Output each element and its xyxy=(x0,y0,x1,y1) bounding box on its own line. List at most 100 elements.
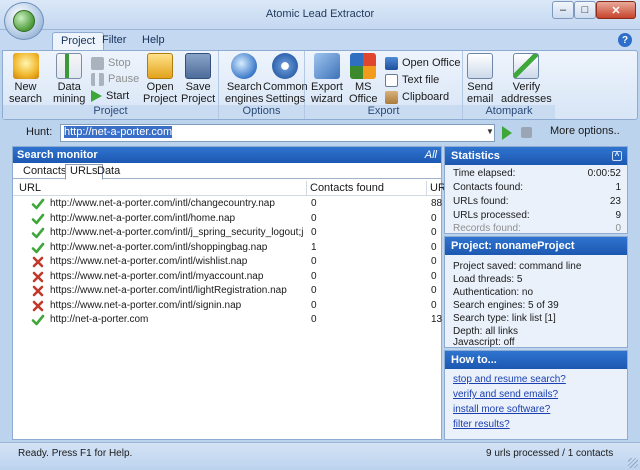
stat-urls-processed: URLs processed: 9 xyxy=(453,210,621,221)
verify-check-icon xyxy=(513,53,540,79)
row-url: https://www.net-a-porter.com/intl/lightR… xyxy=(50,285,287,296)
status-bar: Ready. Press F1 for Help. 9 urls process… xyxy=(0,442,640,470)
project-header: Project: nonameProject xyxy=(445,237,627,255)
project-saved: Project saved: command line xyxy=(453,261,582,272)
table-row[interactable]: http://www.net-a-porter.com/intl/j_sprin… xyxy=(13,226,441,240)
table-row[interactable]: https://www.net-a-porter.com/intl/wishli… xyxy=(13,255,441,269)
table-row[interactable]: https://www.net-a-porter.com/intl/signin… xyxy=(13,299,441,313)
row-contacts: 0 xyxy=(311,198,317,209)
row-url: http://www.net-a-porter.com/intl/j_sprin… xyxy=(50,227,304,238)
load-threads: Load threads: 5 xyxy=(453,274,523,285)
group-label-atompark: Atompark xyxy=(463,105,555,119)
stop-icon xyxy=(91,56,104,70)
close-button[interactable]: ✕ xyxy=(596,1,636,19)
ms-office-button[interactable]: MS Office xyxy=(349,53,378,105)
chevron-down-icon[interactable]: ▼ xyxy=(486,127,494,136)
stop-button[interactable]: Stop xyxy=(91,55,131,71)
project-title: Project: nonameProject xyxy=(451,240,575,252)
javascript: Javascript: off xyxy=(453,337,515,348)
clipboard-button[interactable]: Clipboard xyxy=(385,89,449,105)
table-row[interactable]: http://net-a-porter.com 0 13 xyxy=(13,313,442,327)
export-wizard-button[interactable]: Export wizard xyxy=(311,53,343,105)
open-project-button[interactable]: Open Project xyxy=(143,53,177,105)
search-globe-icon xyxy=(231,53,258,79)
send-email-button[interactable]: Send email xyxy=(467,53,493,105)
common-settings-button[interactable]: Common Settings xyxy=(263,53,308,105)
globe-icon xyxy=(13,10,35,32)
authentication: Authentication: no xyxy=(453,287,534,298)
statistics-header: Statistics ^ xyxy=(445,147,627,165)
howto-link-filter[interactable]: filter results? xyxy=(453,419,510,430)
table-row[interactable]: https://www.net-a-porter.com/intl/myacco… xyxy=(13,270,441,284)
ribbon-tabbar: Project Filter Help ? xyxy=(0,30,640,50)
verify-addresses-button[interactable]: Verify addresses xyxy=(501,53,552,105)
column-contacts-found[interactable]: Contacts found xyxy=(310,182,384,194)
row-ur: 0 xyxy=(431,299,437,311)
status-progress: 9 urls processed / 1 contacts xyxy=(486,448,614,459)
row-url: http://www.net-a-porter.com/intl/changec… xyxy=(50,198,275,209)
row-ur: 0 xyxy=(431,227,437,238)
star-icon xyxy=(12,53,39,79)
folder-icon xyxy=(147,53,174,79)
table-row[interactable]: https://www.net-a-porter.com/intl/lightR… xyxy=(13,284,441,298)
cross-icon xyxy=(31,270,45,284)
status-text: Ready. Press F1 for Help. xyxy=(18,448,133,459)
howto-link-stop-resume[interactable]: stop and resume search? xyxy=(453,374,566,385)
row-url: http://net-a-porter.com xyxy=(50,314,149,325)
play-icon[interactable] xyxy=(502,126,512,140)
check-icon xyxy=(31,241,45,255)
row-contacts: 0 xyxy=(311,227,317,238)
table-row[interactable]: http://www.net-a-porter.com/intl/shoppin… xyxy=(13,241,441,255)
new-search-button[interactable]: New search xyxy=(9,53,42,105)
play-icon xyxy=(91,90,102,102)
resize-grip[interactable] xyxy=(628,458,638,468)
statistics-title: Statistics xyxy=(451,150,500,162)
tab-help[interactable]: Help xyxy=(134,32,173,50)
text-file-button[interactable]: Text file xyxy=(385,72,439,88)
search-monitor-panel: Search monitor All Contacts URLs Data UR… xyxy=(12,146,446,440)
start-button[interactable]: Start xyxy=(91,88,129,104)
pause-button[interactable]: Pause xyxy=(91,71,139,87)
hunt-bar: Hunt: http://net-a-porter.com ▼ More opt… xyxy=(0,122,640,144)
collapse-icon[interactable]: ^ xyxy=(612,151,622,161)
minimize-button[interactable]: – xyxy=(552,1,574,19)
statistics-panel: Statistics ^ Time elapsed: 0:00:52 Contac… xyxy=(444,146,628,234)
save-project-button[interactable]: Save Project xyxy=(181,53,215,105)
more-options-button[interactable]: More options.. xyxy=(550,125,620,137)
search-engines-button[interactable]: Search engines xyxy=(225,53,264,105)
tab-contacts[interactable]: Contacts xyxy=(19,165,70,179)
row-contacts: 0 xyxy=(311,270,317,282)
tab-filter[interactable]: Filter xyxy=(94,32,134,50)
help-icon[interactable]: ? xyxy=(618,33,632,47)
app-menu-button[interactable] xyxy=(4,2,44,40)
tab-data[interactable]: Data xyxy=(93,165,124,179)
grid-header: URL Contacts found UR xyxy=(13,181,446,196)
howto-link-verify-send[interactable]: verify and send emails? xyxy=(453,389,558,400)
howto-title: How to... xyxy=(451,354,497,366)
monitor-tabs: Contacts URLs Data xyxy=(13,163,441,180)
row-ur: 0 xyxy=(431,285,437,296)
hunt-input[interactable]: http://net-a-porter.com xyxy=(60,124,495,142)
open-office-button[interactable]: Open Office xyxy=(385,55,461,71)
title-bar: Atomic Lead Extractor – □ ✕ xyxy=(0,0,640,30)
row-url: https://www.net-a-porter.com/intl/wishli… xyxy=(50,256,248,267)
row-contacts: 0 xyxy=(311,212,317,224)
howto-link-install[interactable]: install more software? xyxy=(453,404,550,415)
clipboard-icon xyxy=(385,90,398,104)
column-url[interactable]: URL xyxy=(19,182,41,194)
row-ur: 0 xyxy=(431,256,437,267)
text-file-icon xyxy=(385,73,398,87)
maximize-button[interactable]: □ xyxy=(574,1,596,19)
table-row[interactable]: http://www.net-a-porter.com/intl/home.na… xyxy=(13,212,441,226)
table-row[interactable]: http://www.net-a-porter.com/intl/changec… xyxy=(13,197,442,211)
howto-panel: How to... stop and resume search? verify… xyxy=(444,350,628,440)
office-icon xyxy=(350,53,377,79)
group-project: New search Data mining Stop Pause Start … xyxy=(3,51,219,119)
search-monitor-title: Search monitor xyxy=(17,149,98,161)
row-url: https://www.net-a-porter.com/intl/myacco… xyxy=(50,270,264,282)
stop-icon[interactable] xyxy=(521,127,532,138)
row-ur: 0 xyxy=(431,270,437,282)
filter-all-link[interactable]: All xyxy=(425,149,437,161)
data-mining-button[interactable]: Data mining xyxy=(53,53,85,105)
check-icon xyxy=(31,197,45,211)
